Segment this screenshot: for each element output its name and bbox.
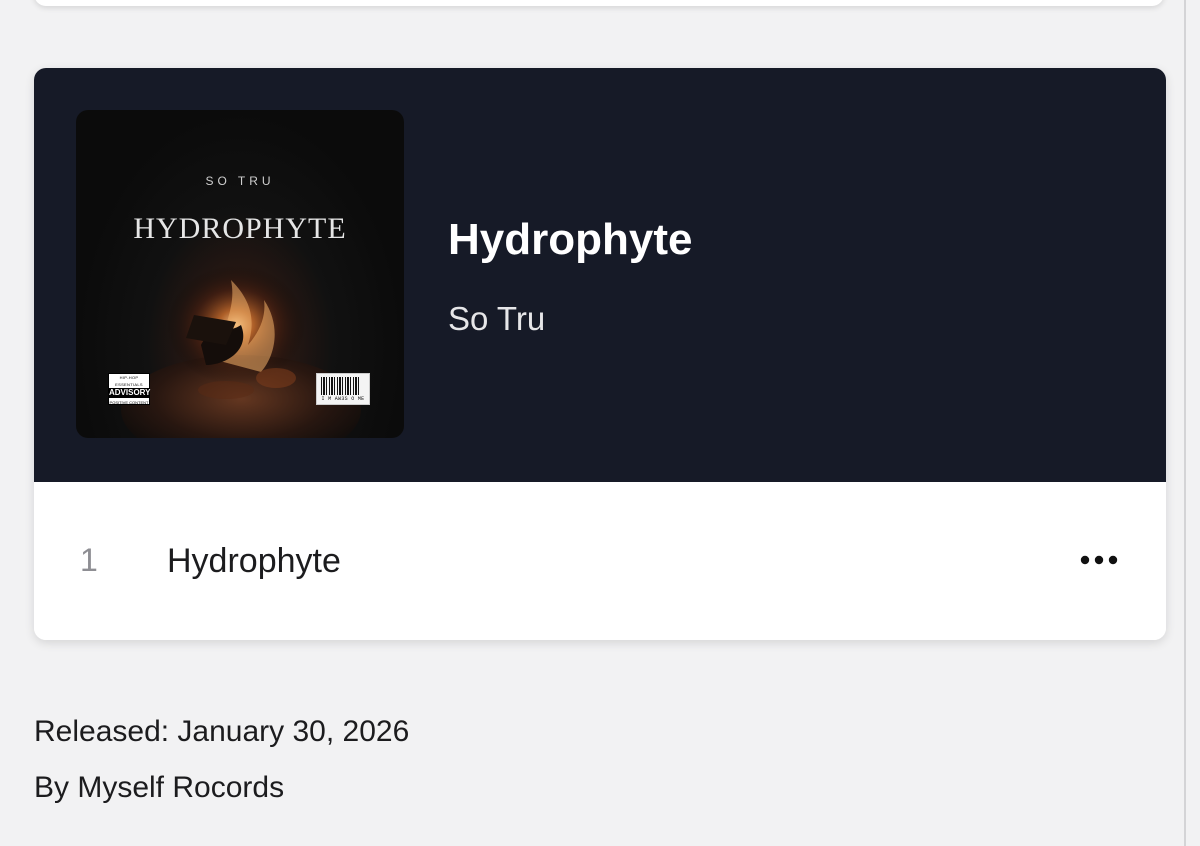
track-more-button[interactable]: [1074, 540, 1124, 580]
album-header: SO TRU HYDROPHYTE HIP-HOP ESSENTIALS ADV…: [34, 68, 1166, 482]
release-info: Released: January 30, 2026 By Myself Roc…: [34, 704, 409, 816]
scrollbar-track: [1184, 0, 1186, 846]
advisory-line1: HIP-HOP ESSENTIALS: [109, 374, 149, 388]
barcode-text: I M AW3S O ME: [321, 396, 365, 402]
parental-advisory-badge: HIP-HOP ESSENTIALS ADVISORY POSITIVE CON…: [108, 373, 151, 405]
more-horizontal-icon: [1080, 555, 1118, 565]
track-title: Hydrophyte: [167, 542, 341, 580]
previous-card-edge: [34, 0, 1164, 6]
barcode: I M AW3S O ME: [316, 373, 370, 405]
barcode-icon: [321, 377, 361, 395]
cover-artist-text: SO TRU: [205, 174, 275, 188]
advisory-line3: POSITIVE CONTENT: [109, 400, 149, 405]
cover-title-text: HYDROPHYTE: [133, 212, 347, 245]
release-date: Released: January 30, 2026: [34, 715, 410, 748]
advisory-line2: ADVISORY: [109, 388, 151, 398]
page: SO TRU HYDROPHYTE HIP-HOP ESSENTIALS ADV…: [0, 0, 1200, 846]
album-artist-link[interactable]: So Tru: [448, 300, 545, 338]
track-row[interactable]: 1 Hydrophyte: [34, 482, 1166, 640]
record-label: By Myself Rocords: [34, 771, 285, 804]
album-cover-art[interactable]: SO TRU HYDROPHYTE HIP-HOP ESSENTIALS ADV…: [76, 110, 404, 438]
track-number: 1: [80, 542, 98, 578]
album-card: SO TRU HYDROPHYTE HIP-HOP ESSENTIALS ADV…: [34, 68, 1166, 640]
album-title: Hydrophyte: [448, 215, 693, 264]
